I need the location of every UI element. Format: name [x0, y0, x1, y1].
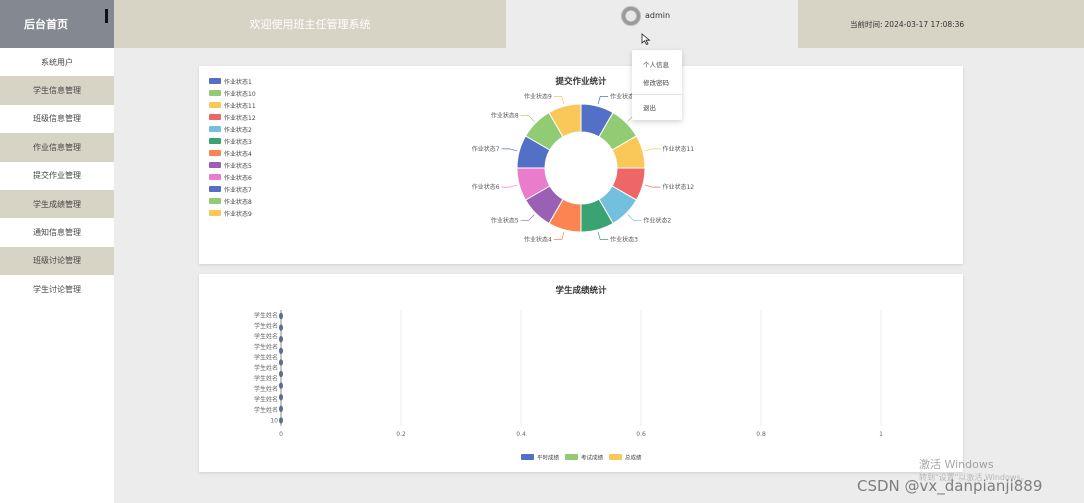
current-time: 当前时间: 2024-03-17 17:08:36 — [798, 0, 1084, 48]
slice-label-line — [553, 231, 565, 240]
bar-marker — [279, 394, 283, 401]
home-label: 后台首页 — [24, 18, 68, 31]
y-tick-label: 学生姓名 — [254, 343, 278, 351]
bar-marker — [279, 336, 283, 343]
slice-label-line — [501, 148, 518, 152]
legend-swatch[interactable] — [609, 454, 622, 460]
homework-submission-panel: 提交作业统计 作业状态1 作业状态10 作业状态11 作业状态12 作业状态2 作业状态3… — [199, 66, 963, 264]
slice-label: 作业状态9 — [524, 93, 552, 101]
donut-chart: 作业状态1作业状态10作业状态11作业状态12作业状态2作业状态3作业状态4作业… — [472, 93, 695, 244]
legend-swatch[interactable] — [521, 454, 534, 460]
menu-item-profile[interactable]: 个人信息 — [643, 59, 669, 69]
bar-marker — [279, 405, 283, 412]
y-tick-label: 学生姓名 — [254, 385, 278, 393]
y-tick-label: 学生姓名 — [254, 311, 278, 319]
csdn-watermark: CSDN @vx_danpianji889 — [857, 477, 1043, 495]
legend-label[interactable]: 平时成绩 — [537, 454, 560, 462]
username[interactable]: admin — [645, 11, 670, 20]
menu-toggle-icon[interactable] — [105, 9, 108, 23]
slice-label-line — [597, 231, 609, 240]
slice-label-line — [627, 214, 642, 221]
legend-label[interactable]: 总成绩 — [625, 454, 642, 462]
legend-label[interactable]: 考试成绩 — [581, 454, 604, 462]
slice-label-line — [520, 115, 535, 122]
x-tick-label: 0 — [279, 431, 283, 438]
sidebar-item[interactable]: 系统用户 — [0, 48, 114, 76]
bar-marker — [279, 312, 283, 320]
y-tick-label: 学生姓名 — [254, 375, 278, 383]
slice-label: 作业状态3 — [610, 235, 638, 243]
score-statistics-panel: 学生成绩统计 0 0.2 0.4 0.6 0.8 1 学生姓名 学生姓名 学生姓名 学生姓名 学生姓… — [199, 274, 963, 472]
bar-marker — [279, 324, 283, 331]
top-header: 后台首页 欢迎使用班主任管理系统 admin 当前时间: 2024-03-17 … — [0, 0, 1084, 48]
x-tick-label: 0.4 — [516, 431, 526, 438]
bar-chart: 0 0.2 0.4 0.6 0.8 1学生姓名学生姓名学生姓名学生姓名学生姓名学生姓名学生… — [254, 310, 883, 462]
bar-marker — [279, 347, 283, 354]
y-tick-label: 学生姓名 — [254, 353, 278, 361]
sidebar-item[interactable]: 提交作业管理 — [0, 162, 114, 190]
slice-label-line — [644, 148, 661, 152]
time-label: 当前时间: — [850, 19, 883, 29]
slice-label: 作业状态8 — [491, 112, 519, 120]
y-tick-label: 学生姓名 — [254, 322, 278, 330]
x-tick-label: 1 — [879, 431, 883, 438]
slice-label-line — [501, 184, 518, 188]
y-tick-label: 学生姓名 — [254, 406, 278, 414]
activation-watermark: 激活 Windows — [919, 458, 994, 471]
bar-marker — [279, 370, 283, 378]
sidebar-item[interactable]: 学生成绩管理 — [0, 189, 114, 219]
time-value: 2024-03-17 17:08:36 — [884, 19, 965, 29]
y-tick-label: 学生姓名 — [254, 396, 278, 404]
sidebar-item[interactable]: 作业信息管理 — [0, 133, 114, 162]
slice-label: 作业状态7 — [472, 145, 500, 153]
welcome-text: 欢迎使用班主任管理系统 — [249, 18, 371, 31]
slice-label-line — [644, 184, 661, 188]
slice-label-line — [597, 96, 609, 105]
sidebar-item[interactable]: 班级信息管理 — [0, 105, 114, 133]
menu-item-logout[interactable]: 退出 — [643, 102, 656, 112]
menu-item-change-password[interactable]: 修改密码 — [643, 77, 669, 87]
x-tick-label: 0.6 — [636, 431, 646, 438]
slice-label: 作业状态5 — [491, 216, 519, 224]
slice-label: 作业状态11 — [662, 145, 694, 153]
x-tick-label: 0.8 — [756, 431, 766, 438]
slice-label: 作业状态12 — [662, 183, 694, 191]
sidebar-item[interactable]: 通知信息管理 — [0, 218, 114, 246]
slice-label: 作业状态4 — [524, 235, 552, 243]
user-menu[interactable]: admin — [506, 0, 798, 48]
y-tick-label: 10 — [270, 418, 278, 425]
bar-marker — [279, 382, 283, 389]
y-tick-label: 学生姓名 — [254, 364, 278, 372]
mouse-cursor-icon — [641, 33, 651, 45]
sidebar-item[interactable]: 班级讨论管理 — [0, 246, 114, 276]
sidebar-item[interactable]: 学生讨论管理 — [0, 275, 114, 303]
bar-marker — [279, 417, 283, 424]
menu-divider — [632, 94, 682, 95]
x-tick-label: 0.2 — [396, 431, 406, 438]
user-dropdown-menu: 个人信息 修改密码 退出 — [632, 50, 682, 120]
y-tick-label: 学生姓名 — [254, 332, 278, 340]
slice-label: 作业状态6 — [472, 183, 500, 191]
slice-label-line — [520, 214, 535, 221]
slice-label: 作业状态2 — [643, 216, 671, 224]
bar-marker — [279, 359, 283, 366]
home-link[interactable]: 后台首页 — [0, 0, 114, 48]
welcome-banner: 欢迎使用班主任管理系统 — [114, 0, 506, 48]
sidebar: 系统用户 学生信息管理 班级信息管理 作业信息管理 提交作业管理 学生成绩管理 通知信息管理… — [0, 48, 114, 503]
legend-swatch[interactable] — [565, 454, 578, 460]
avatar[interactable] — [621, 6, 641, 26]
slice-label-line — [553, 96, 565, 105]
sidebar-item[interactable]: 学生信息管理 — [0, 76, 114, 105]
